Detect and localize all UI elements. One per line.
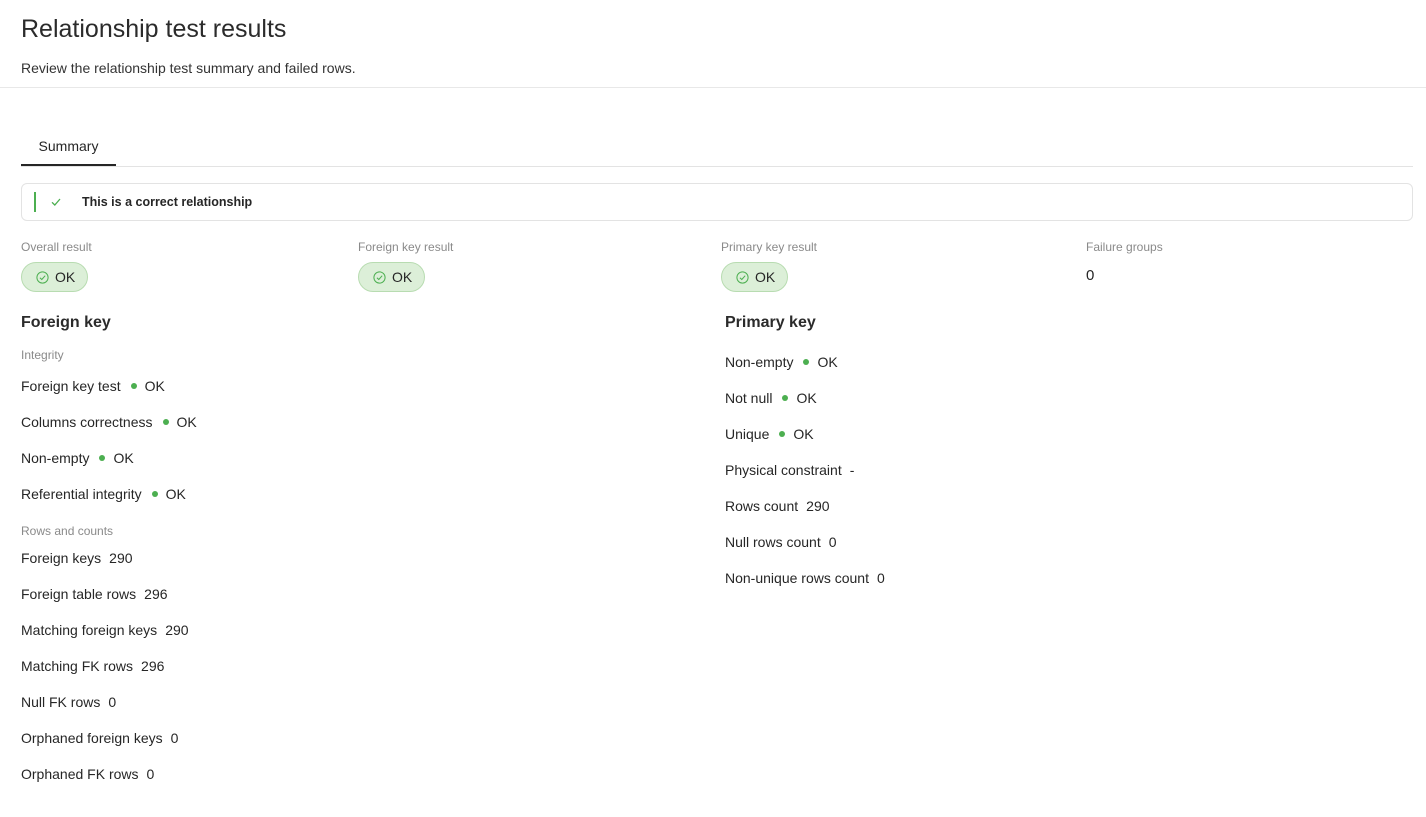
- pk-value-label: Non-unique rows count: [725, 570, 869, 586]
- pk-value: 0: [876, 570, 885, 586]
- pk-value-row: Non-unique rows count 0: [725, 569, 885, 587]
- foreign-key-result-label: Foreign key result: [358, 240, 454, 254]
- foreign-key-result-badge: OK: [358, 262, 426, 292]
- fk-check-row: Columns correctness OK: [21, 413, 197, 431]
- pk-check-row: Not null OK: [725, 389, 817, 407]
- status-dot: [162, 419, 169, 425]
- overall-result-value: OK: [55, 269, 76, 285]
- fk-count-value: 0: [146, 766, 155, 782]
- fk-check-status: OK: [165, 486, 186, 502]
- failure-groups-value: 0: [1086, 267, 1095, 284]
- fk-count-label: Orphaned foreign keys: [21, 730, 163, 746]
- primary-key-result-badge: OK: [721, 262, 789, 292]
- pk-value: 0: [828, 534, 837, 550]
- fk-count-row: Foreign table rows 296: [21, 585, 168, 603]
- fk-count-label: Foreign table rows: [21, 586, 137, 602]
- fk-count-row: Matching foreign keys 290: [21, 621, 189, 639]
- pk-check-label: Non-empty: [725, 354, 794, 370]
- fk-count-label: Matching foreign keys: [21, 622, 158, 638]
- result-alert: This is a correct relationship: [21, 183, 1413, 221]
- overall-result-label: Overall result: [21, 240, 92, 254]
- fk-check-row: Foreign key test OK: [21, 377, 165, 395]
- page-title: Relationship test results: [21, 15, 287, 43]
- fk-count-value: 296: [141, 658, 165, 674]
- fk-count-row: Foreign keys 290: [21, 549, 133, 567]
- pk-value: -: [849, 462, 855, 478]
- fk-count-value: 290: [109, 550, 133, 566]
- check-icon: [50, 195, 64, 209]
- fk-count-row: Orphaned FK rows 0: [21, 765, 154, 783]
- primary-key-result-value: OK: [755, 269, 776, 285]
- pk-value-row: Rows count 290: [725, 497, 830, 515]
- pk-value-row: Physical constraint -: [725, 461, 854, 479]
- pk-value-row: Null rows count 0: [725, 533, 837, 551]
- pk-value: 290: [806, 498, 830, 514]
- primary-key-result-label: Primary key result: [721, 240, 818, 254]
- status-dot: [779, 431, 786, 437]
- pk-check-status: OK: [817, 354, 838, 370]
- fk-count-value: 296: [144, 586, 168, 602]
- fk-check-row: Referential integrity OK: [21, 485, 186, 503]
- tab-bar: Summary: [21, 127, 1413, 167]
- overall-result-badge: OK: [21, 262, 89, 292]
- fk-count-value: 0: [108, 694, 117, 710]
- failure-groups: Failure groups 0: [1086, 240, 1163, 284]
- fk-check-row: Non-empty OK: [21, 449, 134, 467]
- pk-check-status: OK: [793, 426, 814, 442]
- check-circle-icon: [736, 270, 749, 284]
- alert-accent-bar: [34, 192, 36, 212]
- pk-check-status: OK: [796, 390, 817, 406]
- overall-result: Overall result OK: [21, 240, 92, 292]
- fk-count-label: Null FK rows: [21, 694, 101, 710]
- fk-count-value: 0: [170, 730, 179, 746]
- fk-check-status: OK: [144, 378, 165, 394]
- integrity-group-label: Integrity: [21, 348, 64, 362]
- pk-check-label: Not null: [725, 390, 773, 406]
- foreign-key-result-value: OK: [392, 269, 413, 285]
- page-header: Relationship test results Review the rel…: [0, 0, 1426, 88]
- primary-key-result: Primary key result OK: [721, 240, 817, 292]
- tab-summary[interactable]: Summary: [21, 127, 116, 166]
- failure-groups-label: Failure groups: [1086, 240, 1163, 254]
- fk-count-value: 290: [165, 622, 189, 638]
- alert-text: This is a correct relationship: [82, 195, 253, 209]
- fk-count-label: Orphaned FK rows: [21, 766, 139, 782]
- fk-check-status: OK: [113, 450, 134, 466]
- status-dot: [151, 491, 158, 497]
- fk-count-row: Matching FK rows 296: [21, 657, 164, 675]
- pk-check-row: Non-empty OK: [725, 353, 838, 371]
- pk-value-label: Physical constraint: [725, 462, 842, 478]
- pk-value-label: Rows count: [725, 498, 799, 514]
- fk-count-row: Orphaned foreign keys 0: [21, 729, 178, 747]
- fk-count-label: Foreign keys: [21, 550, 102, 566]
- fk-check-label: Referential integrity: [21, 486, 142, 502]
- status-dot: [99, 455, 106, 461]
- primary-key-section-title: Primary key: [725, 314, 816, 331]
- pk-check-label: Unique: [725, 426, 770, 442]
- page-subtitle: Review the relationship test summary and…: [21, 60, 356, 76]
- fk-check-label: Foreign key test: [21, 378, 121, 394]
- foreign-key-section-title: Foreign key: [21, 314, 111, 331]
- status-dot: [782, 395, 789, 401]
- rows-counts-group-label: Rows and counts: [21, 524, 114, 538]
- pk-check-row: Unique OK: [725, 425, 814, 443]
- foreign-key-result: Foreign key result OK: [358, 240, 453, 292]
- status-dot: [130, 383, 137, 389]
- fk-check-label: Non-empty: [21, 450, 90, 466]
- status-dot: [803, 359, 810, 365]
- fk-count-label: Matching FK rows: [21, 658, 134, 674]
- check-circle-icon: [36, 270, 49, 284]
- fk-count-row: Null FK rows 0: [21, 693, 116, 711]
- pk-value-label: Null rows count: [725, 534, 821, 550]
- fk-check-status: OK: [176, 414, 197, 430]
- fk-check-label: Columns correctness: [21, 414, 153, 430]
- check-circle-icon: [373, 270, 386, 284]
